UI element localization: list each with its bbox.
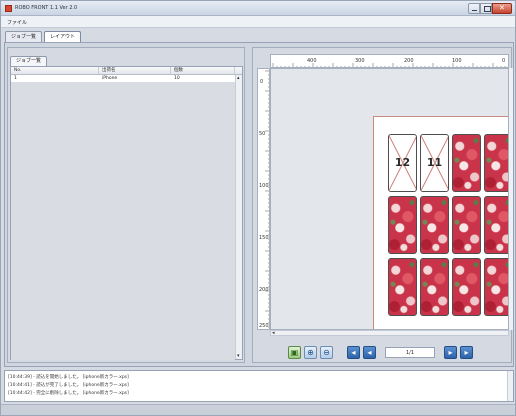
first-page-button[interactable]: ◂	[347, 345, 360, 359]
ruler-left: 0 50 100 150 200 250	[257, 68, 270, 330]
column-header-name[interactable]: 出荷名	[99, 67, 171, 74]
ruler-top-label: 400	[307, 58, 317, 64]
first-page-icon: ◂	[351, 347, 356, 357]
column-header-no[interactable]: No.	[11, 67, 99, 74]
menu-file[interactable]: ファイル	[7, 19, 27, 26]
log-line: [10:44:39] - 読込を開始しました。 [iphone新カラー.xps]	[8, 375, 129, 380]
main-tabs: ジョブ一覧 レイアウト	[5, 31, 82, 42]
app-window: ROBO FRONT 1.1 Ver 2.0 ファイル ジョブ一覧 レイアウト …	[0, 0, 516, 416]
window-title: ROBO FRONT 1.1 Ver 2.0	[15, 5, 78, 11]
table-row[interactable]: 1 iPhone 10	[11, 75, 242, 82]
ruler-left-label: 50	[259, 131, 265, 137]
close-button[interactable]	[492, 3, 512, 14]
layout-slot-image[interactable]	[452, 196, 481, 254]
layout-preview-panel: 400 300 200 100 0 0 50 100 150 200 250 1…	[252, 47, 513, 363]
log-line: [10:44:42] - 完全に削除しました。 [iphone新カラー.xps]	[8, 391, 129, 396]
layout-slot-empty[interactable]: 12	[388, 134, 417, 192]
ruler-left-label: 200	[259, 287, 269, 293]
cell-qty: 10	[174, 76, 180, 81]
page-icon: ▣	[290, 347, 299, 357]
ruler-left-label: 250	[259, 323, 269, 329]
status-bar	[1, 404, 515, 415]
tab-job-list[interactable]: ジョブ一覧	[5, 31, 43, 42]
ruler-top-label: 200	[404, 58, 414, 64]
last-page-icon: ▸	[464, 347, 469, 357]
layout-slot-image[interactable]	[484, 134, 508, 192]
layout-slot-image[interactable]	[484, 258, 508, 316]
magnifier-minus-icon: ⊖	[323, 347, 330, 357]
layout-canvas[interactable]: 12 11	[270, 68, 509, 330]
next-page-icon: ▸	[448, 347, 453, 357]
maximize-button[interactable]	[480, 3, 492, 14]
layout-slot-image[interactable]	[452, 258, 481, 316]
last-page-button[interactable]: ▸	[460, 345, 473, 359]
slot-number: 12	[394, 156, 411, 169]
layout-slot-image[interactable]	[388, 196, 417, 254]
layout-slot-image[interactable]	[484, 196, 508, 254]
ruler-top: 400 300 200 100 0	[270, 54, 509, 68]
ruler-top-label: 100	[452, 58, 462, 64]
scroll-down-icon[interactable]: ▾	[237, 353, 240, 359]
ruler-top-label: 300	[355, 58, 365, 64]
log-line: [10:44:41] - 読込が完了しました。 [iphone新カラー.xps]	[8, 383, 129, 388]
minimize-button[interactable]	[468, 3, 480, 14]
tab-layout[interactable]: レイアウト	[44, 31, 82, 42]
ruler-left-label: 0	[260, 79, 263, 85]
magnifier-plus-icon: ⊕	[307, 347, 314, 357]
table-empty-area	[11, 82, 235, 360]
table-scrollbar[interactable]: ▴ ▾	[235, 75, 242, 359]
ruler-left-label: 100	[259, 183, 269, 189]
layout-slot-image[interactable]	[420, 196, 449, 254]
menu-bar: ファイル	[1, 16, 515, 28]
zoom-out-button[interactable]: ⊖	[320, 345, 333, 359]
preview-toolbar: ▣ ⊕ ⊖ ◂ ◂ 1/1 ▸ ▸	[288, 345, 473, 359]
canvas-hscrollbar[interactable]: ◂	[270, 330, 509, 336]
window-controls	[468, 3, 512, 14]
scroll-up-icon[interactable]: ▴	[237, 75, 240, 81]
fit-page-button[interactable]: ▣	[288, 345, 301, 359]
print-sheet: 12 11	[373, 116, 508, 329]
layout-slot-image[interactable]	[452, 134, 481, 192]
prev-page-icon: ◂	[367, 347, 372, 357]
page-indicator[interactable]: 1/1	[385, 346, 435, 358]
log-panel: [10:44:39] - 読込を開始しました。 [iphone新カラー.xps]…	[4, 370, 514, 402]
cell-no: 1	[14, 76, 17, 81]
layout-slot-empty[interactable]: 11	[420, 134, 449, 192]
canvas-vscrollbar[interactable]	[509, 68, 513, 330]
panel-splitter[interactable]	[247, 47, 251, 363]
job-list-panel: ジョブ一覧 No. 出荷名 個数 1 iPhone 10 ▴ ▾	[7, 47, 245, 363]
table-header: No. 出荷名 個数	[11, 67, 242, 75]
slot-number: 11	[426, 156, 443, 169]
prev-page-button[interactable]: ◂	[363, 345, 376, 359]
column-header-qty[interactable]: 個数	[171, 67, 235, 74]
next-page-button[interactable]: ▸	[444, 345, 457, 359]
layout-slot-image[interactable]	[420, 258, 449, 316]
ruler-left-label: 150	[259, 235, 269, 241]
scroll-left-icon[interactable]: ◂	[272, 330, 275, 336]
job-table: No. 出荷名 個数 1 iPhone 10 ▴ ▾	[10, 66, 243, 360]
cell-name: iPhone	[102, 76, 118, 81]
ruler-top-label: 0	[502, 58, 505, 64]
tab-job-list-sub[interactable]: ジョブ一覧	[10, 56, 48, 66]
title-bar: ROBO FRONT 1.1 Ver 2.0	[1, 1, 515, 16]
app-icon	[5, 5, 12, 12]
log-scrollbar[interactable]	[507, 371, 513, 401]
zoom-in-button[interactable]: ⊕	[304, 345, 317, 359]
layout-slot-image[interactable]	[388, 258, 417, 316]
